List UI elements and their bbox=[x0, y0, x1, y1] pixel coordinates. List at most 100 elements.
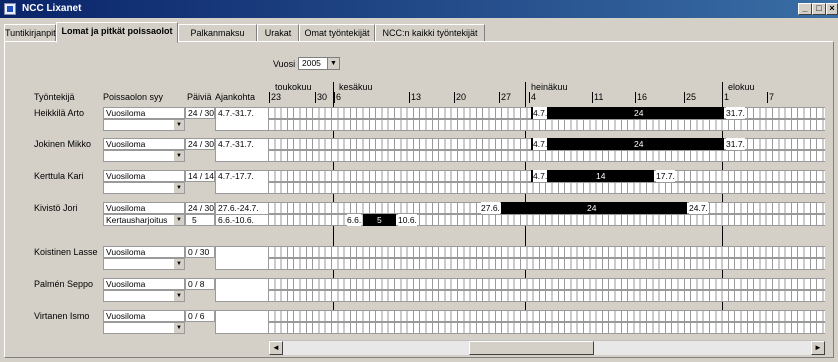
month-label: kesäkuu bbox=[339, 82, 373, 92]
period-cell bbox=[215, 246, 269, 270]
reason-select-empty[interactable]: ▼ bbox=[103, 322, 185, 334]
week-tick bbox=[592, 92, 593, 103]
reason-text: Vuosiloma bbox=[106, 108, 146, 118]
bar-end-label: 31.7. bbox=[726, 107, 745, 119]
reason-select[interactable]: Vuosiloma bbox=[103, 107, 185, 119]
reason-select[interactable]: Vuosiloma bbox=[103, 202, 185, 214]
tab-omat-tyontekijat[interactable]: Omat työntekijät bbox=[299, 24, 375, 42]
period-cell bbox=[215, 310, 269, 334]
bar-start-label: 6.6. bbox=[347, 214, 362, 226]
week-day-label: 20 bbox=[456, 92, 467, 102]
days-cell: 24 / 30 bbox=[185, 107, 215, 119]
scroll-left-button[interactable]: ◄ bbox=[269, 341, 283, 355]
employee-name: Virtanen Ismo bbox=[34, 311, 90, 321]
week-day-label: 11 bbox=[594, 92, 604, 102]
week-tick bbox=[722, 92, 723, 103]
days-cell: 0 / 30 bbox=[185, 246, 215, 258]
week-day-label: 6 bbox=[336, 92, 342, 102]
period-text: 6.6.-10.6. bbox=[218, 215, 254, 225]
days-text: 14 / 14 bbox=[188, 171, 214, 181]
bar-days-label: 5 bbox=[377, 215, 382, 225]
day-grid bbox=[269, 150, 825, 162]
header-days: Päiviä bbox=[187, 92, 212, 102]
app-icon bbox=[4, 3, 16, 15]
absence-bar[interactable] bbox=[531, 138, 724, 150]
week-tick bbox=[269, 92, 270, 103]
close-button[interactable]: × bbox=[826, 3, 838, 15]
week-day-label: 4 bbox=[531, 92, 537, 102]
week-day-label: 25 bbox=[686, 92, 697, 102]
days-text: 24 / 30 bbox=[188, 203, 214, 213]
days-text: 24 / 30 bbox=[188, 108, 214, 118]
reason-select-second[interactable]: Kertausharjoitus ▼ bbox=[103, 214, 185, 226]
period-cell bbox=[215, 278, 269, 302]
tab-ncc-kaikki[interactable]: NCC:n kaikki työntekijät bbox=[375, 24, 485, 42]
header-reason: Poissaolon syy bbox=[103, 92, 164, 102]
reason-text: Vuosiloma bbox=[106, 247, 146, 257]
reason-text: Vuosiloma bbox=[106, 139, 146, 149]
tab-palkanmaksu[interactable]: Palkanmaksu bbox=[178, 24, 257, 42]
year-select[interactable]: 2005 ▼ bbox=[298, 57, 340, 70]
maximize-button[interactable]: □ bbox=[812, 3, 826, 15]
reason-select-empty[interactable]: ▼ bbox=[103, 150, 185, 162]
scroll-thumb[interactable] bbox=[469, 341, 594, 355]
week-tick bbox=[684, 92, 685, 103]
chevron-down-icon: ▼ bbox=[174, 291, 184, 301]
reason-text: Vuosiloma bbox=[106, 203, 146, 213]
day-grid bbox=[269, 182, 825, 194]
minimize-button[interactable]: _ bbox=[798, 3, 812, 15]
tab-lomat[interactable]: Lomat ja pitkät poissaolot bbox=[56, 22, 178, 43]
chevron-down-icon: ▼ bbox=[174, 215, 184, 225]
reason-select-empty[interactable]: ▼ bbox=[103, 182, 185, 194]
day-grid bbox=[269, 246, 825, 258]
reason-select[interactable]: Vuosiloma bbox=[103, 310, 185, 322]
week-day-label: 23 bbox=[271, 92, 282, 102]
reason-select-empty[interactable]: ▼ bbox=[103, 258, 185, 270]
horizontal-scrollbar[interactable]: ◄ ► bbox=[269, 340, 825, 355]
week-tick bbox=[454, 92, 455, 103]
tab-tuntikirjanpito[interactable]: Tuntikirjanpito bbox=[4, 24, 61, 42]
employee-name: Kerttula Kari bbox=[34, 171, 84, 181]
reason-select[interactable]: Vuosiloma bbox=[103, 246, 185, 258]
reason-select[interactable]: Vuosiloma bbox=[103, 170, 185, 182]
employee-name: Koistinen Lasse bbox=[34, 247, 98, 257]
week-day-label: 16 bbox=[637, 92, 648, 102]
tab-urakat[interactable]: Urakat bbox=[257, 24, 299, 42]
absence-bar[interactable] bbox=[531, 170, 654, 182]
week-day-label: 13 bbox=[411, 92, 422, 102]
reason-select[interactable]: Vuosiloma bbox=[103, 278, 185, 290]
bar-start-label: 4.7. bbox=[533, 107, 548, 119]
days-cell: 0 / 8 bbox=[185, 278, 215, 290]
bar-start-label: 4.7. bbox=[533, 170, 548, 182]
day-grid bbox=[269, 278, 825, 290]
period-cell: 4.7.-31.7. bbox=[215, 138, 269, 162]
day-grid bbox=[269, 119, 825, 131]
month-label: toukokuu bbox=[275, 82, 312, 92]
reason-select[interactable]: Vuosiloma bbox=[103, 138, 185, 150]
days-cell: 14 / 14 bbox=[185, 170, 215, 182]
week-day-label: 1 bbox=[724, 92, 730, 102]
week-tick bbox=[409, 92, 410, 103]
reason-select-empty[interactable]: ▼ bbox=[103, 119, 185, 131]
days-cell: 24 / 30 bbox=[185, 138, 215, 150]
scroll-right-button[interactable]: ► bbox=[811, 341, 825, 355]
week-tick bbox=[767, 92, 768, 103]
week-tick bbox=[635, 92, 636, 103]
period-text: 4.7.-31.7. bbox=[218, 139, 254, 149]
employee-name: Palmén Seppo bbox=[34, 279, 94, 289]
reason-text: Vuosiloma bbox=[106, 279, 146, 289]
bar-days-label: 24 bbox=[587, 203, 597, 213]
period-text: 27.6.-24.7. bbox=[218, 203, 259, 213]
bar-end-label: 31.7. bbox=[726, 138, 745, 150]
chevron-down-icon: ▼ bbox=[174, 120, 184, 130]
absence-bar[interactable] bbox=[531, 107, 724, 119]
period-text: 4.7.-17.7. bbox=[218, 171, 254, 181]
period-cell: 4.7.-31.7. bbox=[215, 107, 269, 131]
days-cell: 0 / 6 bbox=[185, 310, 215, 322]
week-day-label: 7 bbox=[769, 92, 775, 102]
days-text: 24 / 30 bbox=[188, 139, 214, 149]
days-text: 5 bbox=[192, 215, 197, 225]
window-title: NCC Lixanet bbox=[22, 3, 82, 14]
days-cell-second: 5 bbox=[185, 214, 215, 226]
reason-select-empty[interactable]: ▼ bbox=[103, 290, 185, 302]
